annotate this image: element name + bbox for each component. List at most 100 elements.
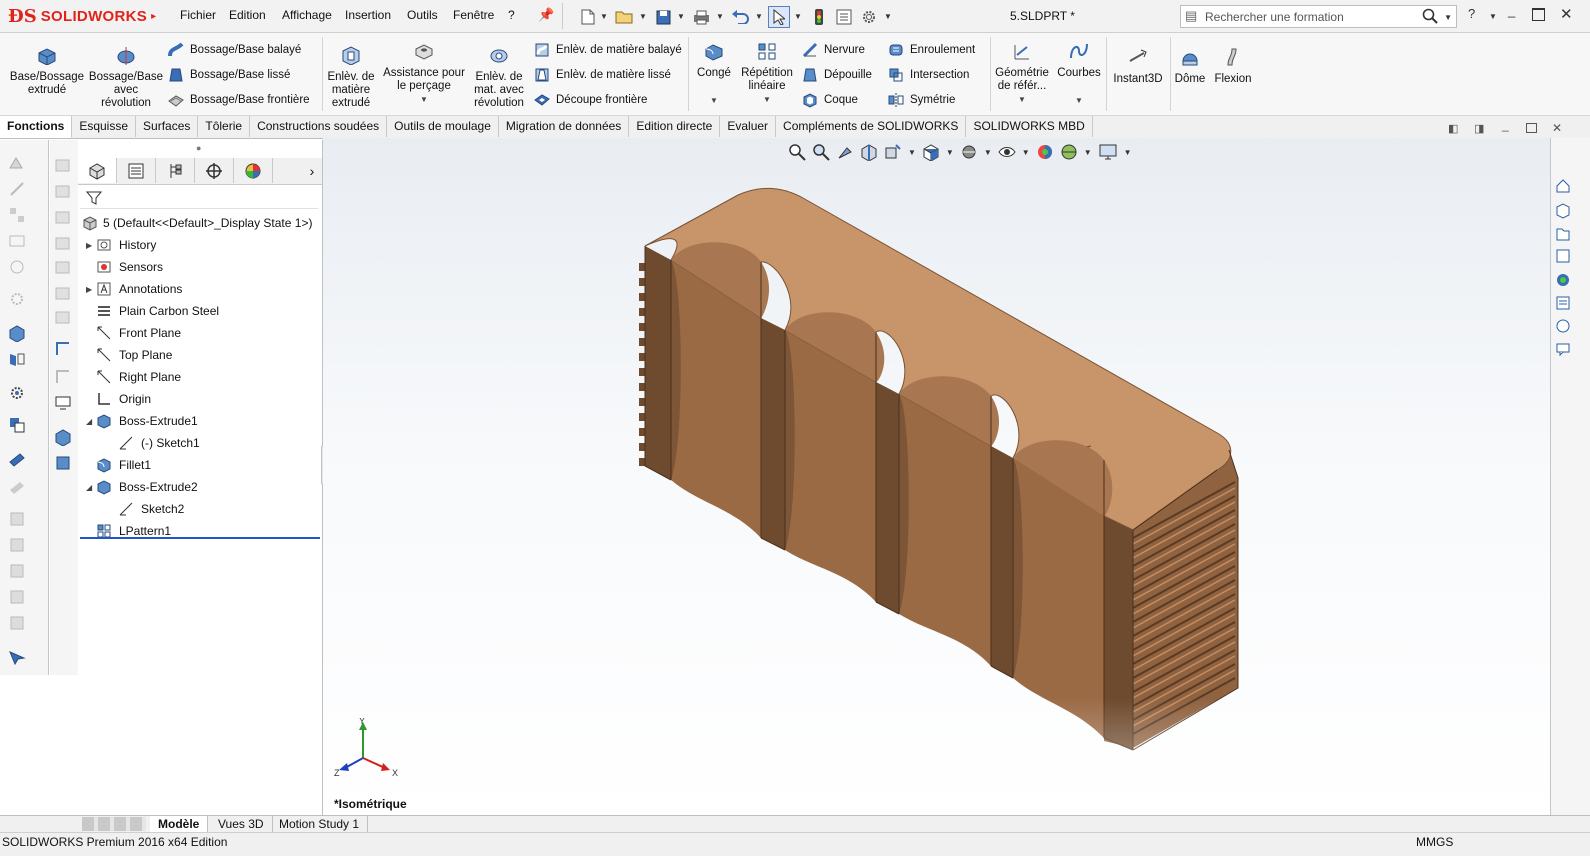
tab-tolerie[interactable]: Tôlerie (198, 116, 251, 137)
menu-help[interactable]: ? (508, 8, 515, 22)
tab-scroll-arrows[interactable] (82, 817, 146, 831)
save-icon[interactable] (652, 6, 674, 28)
reference-plane-icon[interactable] (8, 350, 26, 368)
tree-item-front-plane[interactable]: Front Plane (86, 322, 320, 344)
chevron-down-icon[interactable]: ▼ (1444, 13, 1452, 22)
box-icon[interactable] (54, 156, 72, 174)
tree-item-annotations[interactable]: ▶ Annotations (86, 278, 320, 300)
measure-icon[interactable] (8, 450, 26, 468)
tab-outils-de-moulage[interactable]: Outils de moulage (387, 116, 499, 137)
close-icon[interactable]: ✕ (1560, 5, 1573, 23)
tab-surfaces[interactable]: Surfaces (136, 116, 199, 137)
tab-evaluer[interactable]: Evaluer (720, 116, 777, 137)
file-properties-icon[interactable] (833, 6, 855, 28)
display-icon[interactable] (54, 394, 72, 412)
new-document-icon[interactable] (577, 6, 599, 28)
chat-icon[interactable] (1555, 341, 1571, 357)
file-explorer-icon[interactable] (1555, 248, 1571, 264)
tab-property-manager[interactable] (117, 158, 156, 183)
tree-item-sensors[interactable]: Sensors (86, 256, 320, 278)
mass-properties-icon[interactable] (8, 478, 26, 496)
tab-constructions-soudees[interactable]: Constructions soudées (250, 116, 388, 137)
tab-feature-manager[interactable] (78, 158, 117, 183)
tab-esquisse[interactable]: Esquisse (72, 116, 137, 137)
tab-complements[interactable]: Compléments de SOLIDWORKS (776, 116, 967, 137)
panel-collapse-left-icon[interactable]: ◧ (1448, 122, 1458, 135)
intersect-button[interactable]: Intersection (888, 66, 969, 84)
options-gear-icon[interactable] (858, 6, 880, 28)
weldment-icon[interactable] (8, 536, 26, 554)
chevron-down-icon[interactable]: ▼ (738, 93, 796, 106)
restore-icon[interactable] (1532, 8, 1545, 21)
tree-item-top-plane[interactable]: Top Plane (86, 344, 320, 366)
collapse-arrow-icon[interactable]: ◢ (86, 483, 96, 492)
tree-item-right-plane[interactable]: Right Plane (86, 366, 320, 388)
menu-fenetre[interactable]: Fenêtre (453, 8, 494, 22)
section-view-icon[interactable] (8, 510, 26, 528)
chevron-down-icon[interactable]: ▼ (884, 12, 892, 21)
chevron-down-icon[interactable]: ▼ (639, 12, 647, 21)
sketch-icon[interactable] (54, 368, 72, 386)
rib-button[interactable]: Nervure (802, 41, 865, 59)
tree-item-sketch1[interactable]: (-) Sketch1 (86, 432, 320, 454)
tab-migration-de-donnees[interactable]: Migration de données (498, 116, 630, 137)
extruded-cut-button[interactable]: Enlèv. de matière extrudé (326, 45, 376, 110)
part-model-3d[interactable] (323, 138, 1550, 815)
part-icon[interactable] (54, 454, 72, 472)
undo-icon[interactable] (729, 6, 751, 28)
design-library-icon[interactable] (1555, 226, 1571, 242)
tree-item-origin[interactable]: Origin (86, 388, 320, 410)
tab-motion-study-1[interactable]: Motion Study 1 (271, 816, 369, 832)
units-indicator[interactable]: MMGS (1416, 835, 1453, 849)
minimize-icon[interactable]: _ (1508, 3, 1515, 18)
tree-item-fillet1[interactable]: Fillet1 (86, 454, 320, 476)
home-icon[interactable] (1555, 178, 1571, 194)
chevron-down-icon[interactable]: ▼ (1054, 94, 1104, 107)
collapse-arrow-icon[interactable]: ◢ (86, 417, 96, 426)
solidworks-logo[interactable]: ƉS SOLIDWORKS ▸ (8, 4, 156, 28)
pattern-grid-icon[interactable] (8, 206, 26, 224)
search-icon[interactable] (1422, 6, 1438, 29)
box-icon[interactable] (54, 308, 72, 326)
sketch-tool-icon[interactable] (8, 154, 26, 172)
menu-fichier[interactable]: Fichier (180, 8, 216, 22)
chevron-down-icon[interactable]: ▼ (794, 12, 802, 21)
mirror-button[interactable]: Symétrie (888, 91, 955, 109)
tree-item-plain-carbon-steel[interactable]: Plain Carbon Steel (86, 300, 320, 322)
hole-wizard-button[interactable]: Assistance pour le perçage ▼ (380, 41, 468, 106)
box-icon[interactable] (54, 208, 72, 226)
tree-item-history[interactable]: ▶ History (86, 234, 320, 256)
instant3d-button[interactable]: Instant3D (1110, 47, 1166, 86)
tab-vues-3d[interactable]: Vues 3D (210, 816, 273, 832)
curves-button[interactable]: Courbes ▼ (1054, 41, 1104, 107)
extruded-boss-icon[interactable] (8, 324, 26, 342)
tree-root[interactable]: 5 (Default<<Default>_Display State 1>) (82, 212, 312, 234)
menu-insertion[interactable]: Insertion (345, 8, 391, 22)
box-icon[interactable] (54, 258, 72, 276)
extruded-boss-button[interactable]: Base/Bossage extrudé (6, 45, 88, 97)
sketch-icon[interactable] (54, 340, 72, 358)
tree-filter-bar[interactable] (80, 186, 318, 209)
pin-icon[interactable]: 📌 (538, 7, 554, 23)
chevron-down-icon[interactable]: ▼ (692, 94, 736, 107)
swept-boss-button[interactable]: Bossage/Base balayé (168, 41, 301, 59)
expand-arrow-icon[interactable]: ▶ (86, 241, 96, 250)
lofted-boss-button[interactable]: Bossage/Base lissé (168, 66, 290, 84)
viewport-restore-icon[interactable] (1526, 123, 1537, 133)
search-box[interactable]: ▤ Rechercher une formation ▼ (1180, 5, 1457, 28)
shell-button[interactable]: Coque (802, 91, 858, 109)
tab-edition-directe[interactable]: Edition directe (629, 116, 721, 137)
select-cursor-icon[interactable] (768, 6, 790, 28)
revolved-boss-button[interactable]: Bossage/Base avec révolution (88, 45, 164, 110)
gear-icon[interactable] (8, 290, 26, 308)
custom-properties-icon[interactable] (1555, 295, 1571, 311)
box-icon[interactable] (54, 284, 72, 302)
chevron-down-icon[interactable]: ▼ (994, 93, 1050, 106)
resources-icon[interactable] (1555, 203, 1571, 219)
chevron-down-icon[interactable]: ▼ (716, 12, 724, 21)
convert-entities-icon[interactable] (8, 258, 26, 276)
viewport-close-icon[interactable]: ✕ (1552, 121, 1562, 135)
tab-solidworks-mbd[interactable]: SOLIDWORKS MBD (966, 116, 1093, 137)
surface-icon[interactable] (8, 562, 26, 580)
rollback-bar[interactable] (80, 537, 320, 539)
